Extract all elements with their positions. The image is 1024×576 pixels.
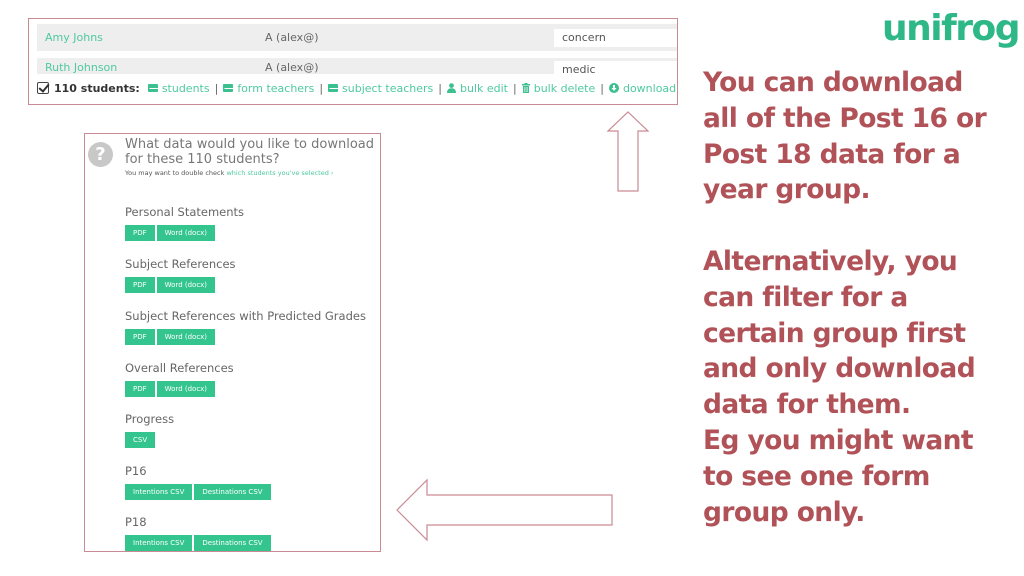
text-line: to see one form [703,460,930,492]
text-line: Post 18 data for a [703,138,961,170]
bulk-edit-link[interactable]: bulk edit [447,82,508,95]
section-p16: P16 Intentions CSV Destinations CSV [125,464,271,500]
section-label: Personal Statements [125,205,245,219]
student-row[interactable]: Amy Johns A (alex@) concern [37,24,677,51]
section-personal-statements: Personal Statements PDF Word (docx) [125,205,244,241]
separator: | [600,81,604,95]
section-p18: P18 Intentions CSV Destinations CSV [125,515,271,551]
section-label: Subject References [125,257,236,271]
student-name-link[interactable]: Ruth Johnson [45,61,117,74]
word-button[interactable]: Word (docx) [156,381,216,397]
link-label: form teachers [237,81,315,95]
text-line: and only download [703,353,976,385]
link-label: students [161,81,210,95]
link-label: subject teachers [342,81,434,95]
dialog-subtitle: You may want to double check which stude… [125,169,334,177]
text-line: all of the Post 16 or [703,102,987,134]
section-subject-references: Subject References PDF Word (docx) [125,257,236,293]
email-form-teachers-link[interactable]: form teachers [223,82,314,95]
pdf-button[interactable]: PDF [125,225,155,241]
bulk-action-bar: 110 students: students | form teachers |… [37,79,676,97]
note-field[interactable]: medic [554,61,677,74]
user-icon [447,83,456,93]
pdf-button[interactable]: PDF [125,277,155,293]
trash-icon [521,83,530,93]
up-arrow-icon [606,111,650,192]
section-subject-references-predicted: Subject References with Predicted Grades… [125,309,366,345]
download-icon [608,83,619,93]
section-label: P18 [125,515,147,529]
explanation-paragraph-1: You can download all of the Post 16 or P… [703,65,1013,208]
form-teacher: A (alex@) [265,61,319,74]
text-line: Eg you might want [703,424,974,456]
text-line: can filter for a [703,281,908,313]
student-list-panel: Amy Johns A (alex@) concern Ruth Johnson… [28,18,678,105]
section-progress: Progress CSV [125,412,174,448]
form-teacher: A (alex@) [265,31,319,44]
student-name-link[interactable]: Amy Johns [45,31,103,44]
bulk-delete-link[interactable]: bulk delete [521,81,596,95]
word-button[interactable]: Word (docx) [156,329,216,345]
intentions-csv-button[interactable]: Intentions CSV [125,484,193,500]
text-line: data for them. [703,389,911,421]
destinations-csv-button[interactable]: Destinations CSV [194,484,271,500]
dialog-title: What data would you like to download for… [125,137,375,167]
text-line: group only. [703,496,865,528]
destinations-csv-button[interactable]: Destinations CSV [194,535,271,551]
section-label: P16 [125,464,147,478]
download-link[interactable]: download [608,81,677,95]
word-button[interactable]: Word (docx) [156,277,216,293]
csv-button[interactable]: CSV [125,432,156,448]
section-label: Overall References [125,361,234,375]
envelope-icon [147,84,158,92]
link-label: bulk edit [460,81,508,95]
intentions-csv-button[interactable]: Intentions CSV [125,535,193,551]
left-arrow-icon [396,478,613,542]
link-label: download [622,81,677,95]
download-dialog: ? What data would you like to download f… [84,133,381,552]
section-overall-references: Overall References PDF Word (docx) [125,361,234,397]
section-label: Progress [125,412,175,426]
separator: | [513,81,517,95]
selected-count: 110 students: [54,81,140,95]
envelope-icon [223,84,234,92]
student-row[interactable]: Ruth Johnson A (alex@) medic [37,58,677,74]
separator: | [214,81,219,95]
text-line: You can download [703,67,963,98]
envelope-icon [328,84,339,92]
separator: | [319,81,324,95]
text-line: certain group first [703,317,966,349]
word-button[interactable]: Word (docx) [156,225,216,241]
separator: | [438,81,442,95]
email-subject-teachers-link[interactable]: subject teachers [328,82,433,95]
subtitle-text: You may want to double check [125,169,227,177]
explanation-paragraph-2: Alternatively, you can filter for a cert… [703,244,1013,530]
text-line: year group. [703,174,871,206]
section-label: Subject References with Predicted Grades [125,309,366,323]
email-students-link[interactable]: students [147,81,210,95]
question-circle-icon: ? [88,142,113,167]
pdf-button[interactable]: PDF [125,329,155,345]
note-field[interactable]: concern [554,29,677,47]
text-line: Alternatively, you [703,246,958,277]
check-square-icon[interactable] [37,82,49,94]
pdf-button[interactable]: PDF [125,381,155,397]
link-label: bulk delete [533,81,596,95]
selected-students-link[interactable]: which students you've selected › [226,169,333,177]
unifrog-logo: unifrog [882,8,1021,49]
